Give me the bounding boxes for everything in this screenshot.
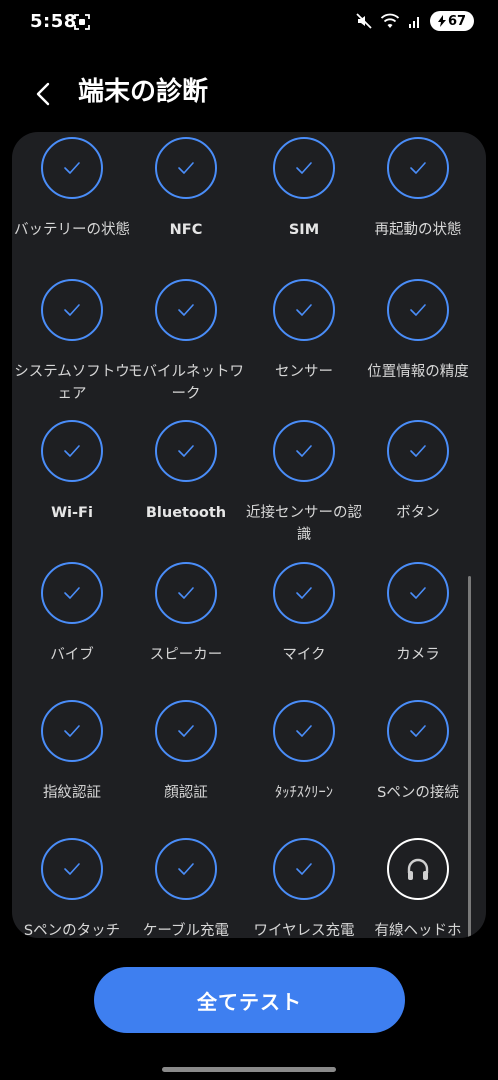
check-status-circle[interactable]	[273, 279, 335, 341]
check-icon	[296, 725, 312, 737]
headphones-status-circle[interactable]	[387, 838, 449, 900]
diagnostic-label: ボタン	[396, 505, 440, 521]
check-icon	[296, 162, 312, 174]
diagnostic-label: Wi-Fi	[51, 505, 93, 521]
diagnostic-label: システムソフトウェア	[14, 364, 130, 402]
diagnostic-label: バッテリーの状態	[14, 222, 130, 238]
diagnostics-card[interactable]: バッテリーの状態 NFC SIM 再起動の状態システムソフトウェア モバイルネットワーク…	[12, 132, 486, 938]
navigation-handle[interactable]	[162, 1067, 336, 1072]
check-status-circle[interactable]	[273, 838, 335, 900]
diagnostic-label: 指紋認証	[43, 785, 101, 801]
diagnostic-label: マイク	[282, 647, 326, 663]
check-icon	[178, 445, 194, 457]
check-icon	[178, 304, 194, 316]
check-status-circle[interactable]	[41, 562, 103, 624]
diagnostic-label: 再起動の状態	[374, 222, 462, 238]
check-icon	[178, 725, 194, 737]
check-status-circle[interactable]	[41, 279, 103, 341]
scrollbar[interactable]	[468, 576, 471, 938]
check-icon	[410, 304, 426, 316]
diagnostic-label: NFC	[169, 222, 203, 238]
check-icon	[410, 445, 426, 457]
check-icon	[64, 863, 80, 875]
check-status-circle[interactable]	[273, 137, 335, 199]
mute-icon	[356, 13, 372, 29]
check-icon	[64, 304, 80, 316]
check-icon	[296, 304, 312, 316]
status-bar: 5:58 67	[0, 0, 498, 44]
check-status-circle[interactable]	[273, 562, 335, 624]
check-icon	[178, 162, 194, 174]
test-all-button[interactable]: 全てテスト	[94, 967, 405, 1033]
check-icon	[296, 445, 312, 457]
check-icon	[178, 863, 194, 875]
diagnostic-label: Bluetooth	[145, 505, 227, 521]
check-icon	[296, 863, 312, 875]
check-icon	[410, 725, 426, 737]
check-status-circle[interactable]	[273, 420, 335, 482]
check-status-circle[interactable]	[41, 137, 103, 199]
back-button[interactable]	[24, 74, 64, 114]
check-status-circle[interactable]	[41, 420, 103, 482]
status-time: 5:58	[30, 11, 77, 32]
check-status-circle[interactable]	[155, 279, 217, 341]
check-status-circle[interactable]	[273, 700, 335, 762]
diagnostic-label: モバイルネットワーク	[128, 364, 244, 402]
check-status-circle[interactable]	[155, 562, 217, 624]
check-status-circle[interactable]	[387, 700, 449, 762]
check-status-circle[interactable]	[41, 700, 103, 762]
headphones-icon	[407, 858, 429, 880]
check-status-circle[interactable]	[155, 838, 217, 900]
check-status-circle[interactable]	[155, 700, 217, 762]
check-icon	[178, 587, 194, 599]
check-status-circle[interactable]	[387, 137, 449, 199]
diagnostic-label: カメラ	[396, 647, 440, 663]
charging-icon	[437, 15, 446, 27]
page-title: 端末の診断	[78, 77, 209, 107]
diagnostic-label: ﾀｯﾁｽｸﾘｰﾝ	[275, 785, 333, 801]
signal-icon	[409, 17, 419, 28]
diagnostic-label: Sペンの接続	[377, 785, 459, 801]
check-status-circle[interactable]	[387, 562, 449, 624]
check-icon	[64, 162, 80, 174]
app-header: 端末の診断	[0, 62, 498, 122]
check-icon	[410, 587, 426, 599]
check-status-circle[interactable]	[155, 137, 217, 199]
check-icon	[64, 725, 80, 737]
check-status-circle[interactable]	[387, 279, 449, 341]
check-status-circle[interactable]	[155, 420, 217, 482]
diagnostic-label: 有線ヘッドホ	[374, 923, 462, 938]
screen-record-icon	[74, 14, 90, 30]
check-icon	[64, 587, 80, 599]
battery-level: 67	[447, 13, 467, 29]
diagnostic-label: ケーブル充電	[142, 923, 230, 938]
diagnostic-label: スピーカー	[149, 647, 223, 663]
diagnostic-label: Sペンのタッチ	[23, 923, 121, 938]
wifi-icon	[380, 13, 400, 28]
check-icon	[64, 445, 80, 457]
check-icon	[410, 162, 426, 174]
diagnostic-label: バイブ	[50, 647, 94, 663]
battery-indicator: 67	[430, 11, 474, 31]
diagnostic-label: 位置情報の精度	[367, 364, 469, 380]
chevron-left-icon	[36, 82, 50, 106]
diagnostic-label: SIM	[288, 222, 320, 238]
diagnostic-label: センサー	[275, 364, 333, 380]
diagnostic-label: ワイヤレス充電	[253, 923, 355, 938]
check-status-circle[interactable]	[387, 420, 449, 482]
diagnostic-label: 顔認証	[164, 785, 208, 801]
check-status-circle[interactable]	[41, 838, 103, 900]
check-icon	[296, 587, 312, 599]
diagnostic-label: 近接センサーの認識	[246, 505, 362, 543]
